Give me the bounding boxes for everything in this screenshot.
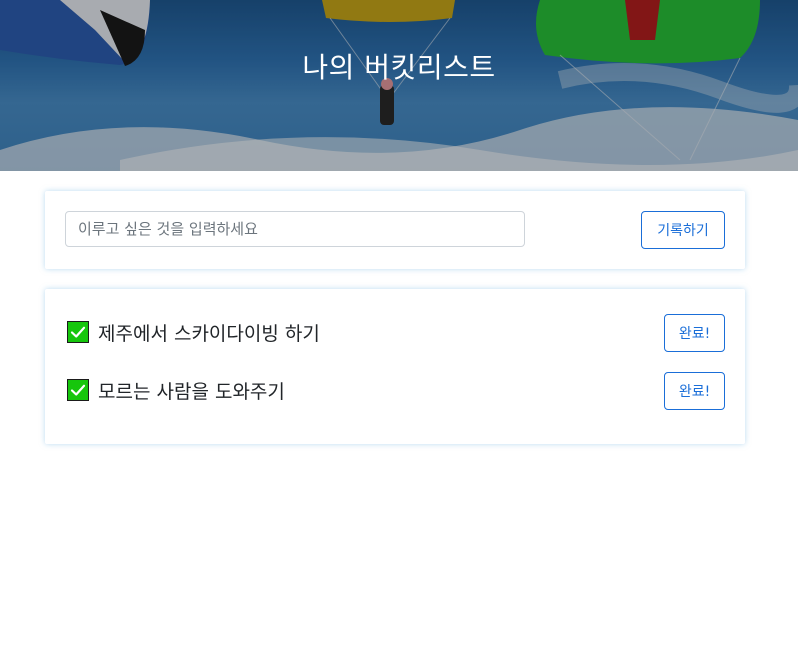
list-item: 제주에서 스카이다이빙 하기 — [67, 317, 320, 347]
check-icon — [67, 379, 89, 401]
bucket-input[interactable] — [65, 211, 525, 247]
check-icon — [67, 321, 89, 343]
done-button[interactable]: 완료! — [664, 314, 725, 352]
page-title: 나의 버킷리스트 — [302, 51, 496, 84]
done-button[interactable]: 완료! — [664, 372, 725, 410]
record-button[interactable]: 기록하기 — [641, 211, 725, 249]
list-item: 모르는 사람을 도와주기 — [67, 375, 285, 405]
bucket-list-card: 제주에서 스카이다이빙 하기 완료! 모르는 사람을 도와주기 완료! — [45, 289, 745, 444]
list-item-text: 제주에서 스카이다이빙 하기 — [98, 322, 320, 345]
hero-banner: 나의 버킷리스트 — [0, 0, 798, 171]
list-item-text: 모르는 사람을 도와주기 — [98, 380, 285, 403]
bucket-form-card: 기록하기 — [45, 191, 745, 269]
